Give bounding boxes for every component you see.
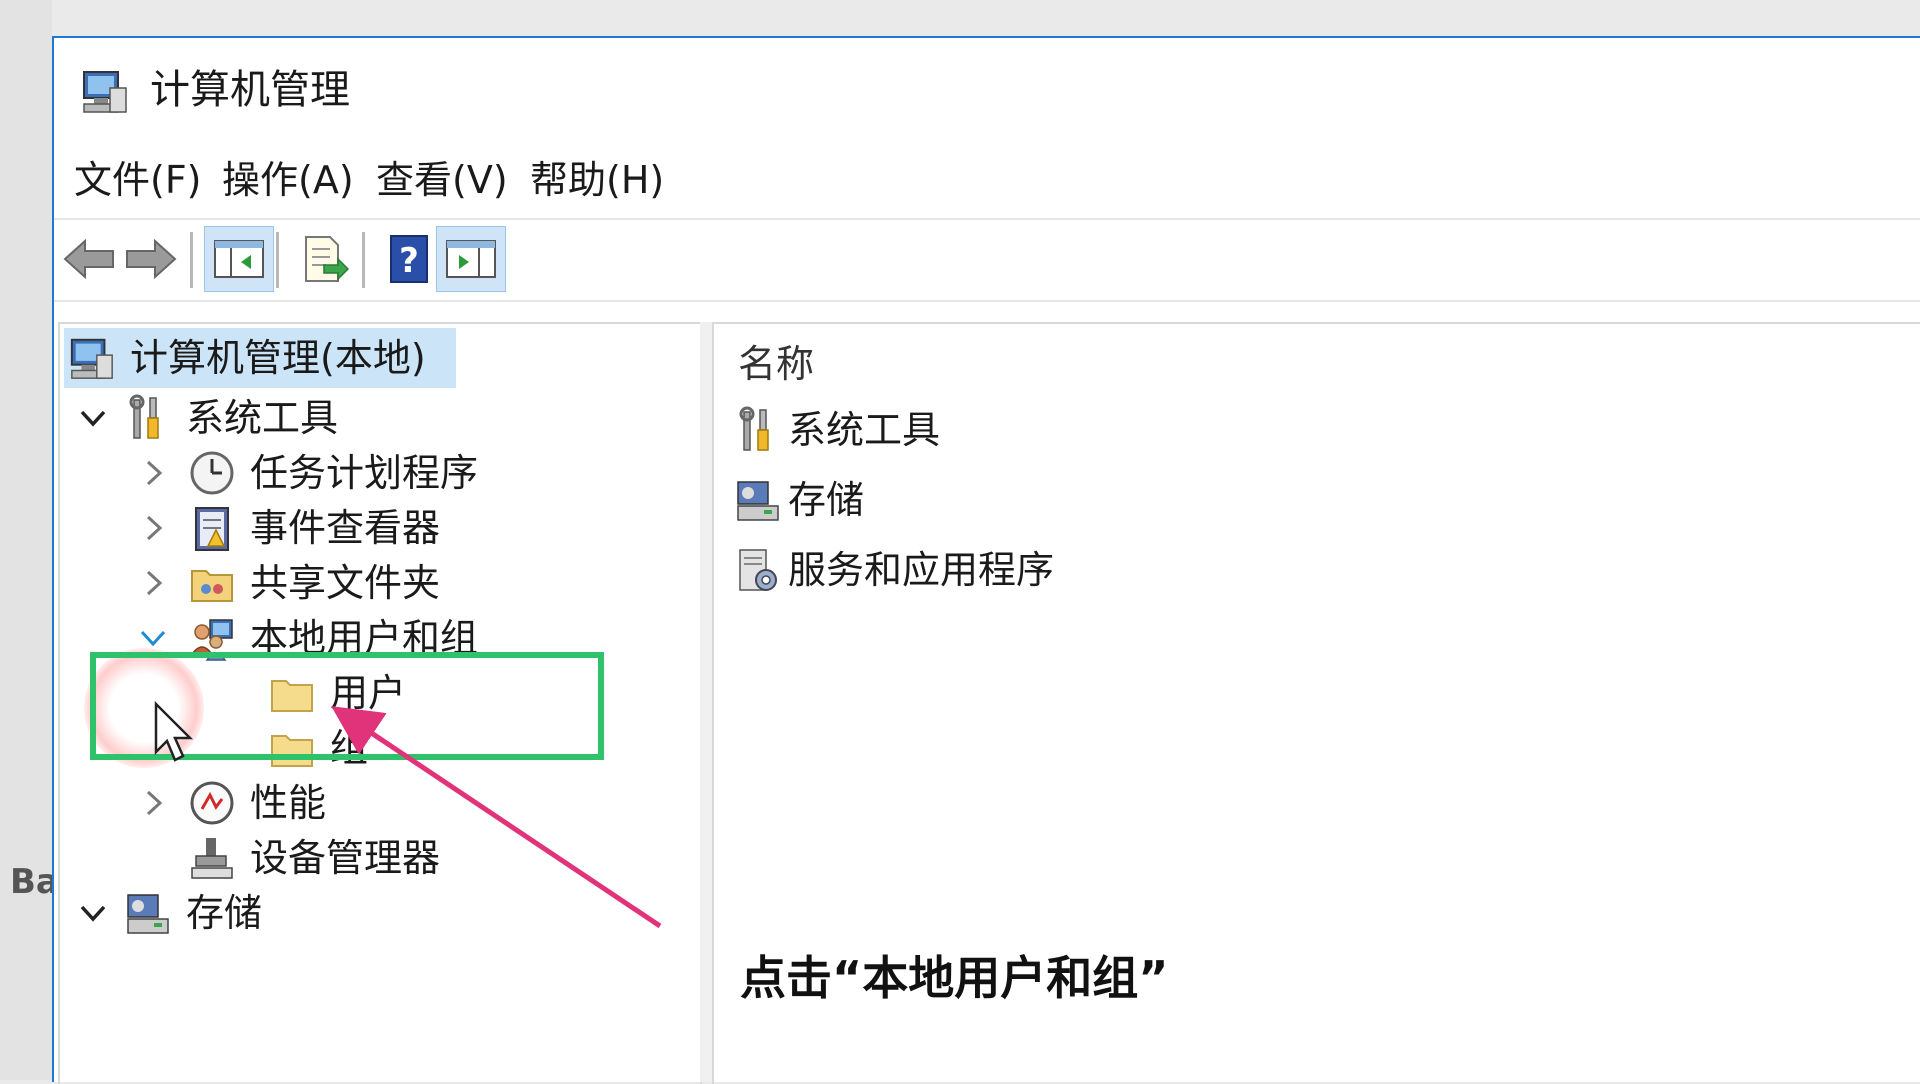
menu-help[interactable]: 帮助(H) xyxy=(530,152,664,208)
toolbar-separator xyxy=(190,232,193,288)
tree-node-label: 性能 xyxy=(250,781,327,825)
toolbar: ? xyxy=(54,218,1920,302)
expand-chevron-right-icon[interactable] xyxy=(138,568,168,598)
list-item-system-tools[interactable]: 系统工具 xyxy=(734,400,940,460)
menu-bar: 文件(F) 操作(A) 查看(V) 帮助(H) xyxy=(54,142,1920,216)
expand-chevron-right-icon[interactable] xyxy=(138,788,168,818)
computer-management-icon xyxy=(70,338,113,379)
title-bar: 计算机管理 xyxy=(54,38,1920,142)
tutorial-caption: 点击“本地用户和组” xyxy=(740,951,1169,1005)
tree-node-shared-folders[interactable]: 共享文件夹 xyxy=(188,553,440,613)
expand-chevron-down-icon[interactable] xyxy=(78,898,108,928)
tools-icon xyxy=(739,406,769,451)
svg-text:?: ? xyxy=(399,241,419,281)
show-hide-action-pane-button[interactable] xyxy=(436,226,506,292)
help-button[interactable]: ? xyxy=(374,226,444,292)
tree-node-label: 事件查看器 xyxy=(250,506,441,550)
expand-chevron-right-icon[interactable] xyxy=(138,513,168,543)
services-icon xyxy=(739,549,777,591)
tools-icon xyxy=(129,394,159,439)
storage-icon xyxy=(127,894,169,934)
tree-node-storage[interactable]: 存储 xyxy=(124,883,262,943)
back-icon xyxy=(63,238,114,280)
tree-node-label: 系统工具 xyxy=(186,396,339,440)
forward-icon xyxy=(126,238,177,280)
storage-icon xyxy=(737,481,779,521)
device-manager-icon xyxy=(191,838,233,879)
export-icon xyxy=(305,236,350,282)
list-item-label: 服务和应用程序 xyxy=(788,548,1055,592)
tree-node-label: 任务计划程序 xyxy=(250,451,479,495)
tree-node-label: 设备管理器 xyxy=(250,836,441,880)
show-action-pane-icon xyxy=(446,240,496,278)
tree-node-label: 计算机管理(本地) xyxy=(130,336,426,380)
tutorial-highlight-box xyxy=(90,652,604,760)
column-header-name[interactable]: 名称 xyxy=(738,338,814,390)
tree-node-computer-management-local[interactable]: 计算机管理(本地) xyxy=(64,328,456,388)
tree-node-performance[interactable]: 性能 xyxy=(188,773,326,833)
expand-chevron-down-icon[interactable] xyxy=(78,403,108,433)
list-item-storage[interactable]: 存储 xyxy=(734,470,864,530)
pane-splitter[interactable] xyxy=(700,322,712,1082)
show-tree-icon xyxy=(214,240,264,278)
tree-node-device-manager[interactable]: 设备管理器 xyxy=(188,828,440,888)
expand-chevron-right-icon[interactable] xyxy=(138,458,168,488)
menu-action[interactable]: 操作(A) xyxy=(222,152,354,208)
tree-node-label: 共享文件夹 xyxy=(250,561,441,605)
list-item-label: 系统工具 xyxy=(788,408,941,452)
tree-node-system-tools[interactable]: 系统工具 xyxy=(124,388,338,448)
clock-icon xyxy=(190,451,234,495)
menu-view[interactable]: 查看(V) xyxy=(376,152,508,208)
help-icon: ? xyxy=(390,235,428,283)
tree-node-task-scheduler[interactable]: 任务计划程序 xyxy=(188,443,478,503)
tree-node-label: 存储 xyxy=(186,891,263,935)
toolbar-separator xyxy=(276,232,279,288)
computer-management-icon xyxy=(83,71,127,113)
performance-gauge-icon xyxy=(190,781,234,825)
toolbar-separator xyxy=(362,232,365,288)
event-viewer-icon xyxy=(195,507,229,551)
back-button[interactable] xyxy=(54,226,124,292)
shared-folder-icon xyxy=(191,570,233,602)
list-item-services-and-applications[interactable]: 服务和应用程序 xyxy=(734,540,1054,600)
export-list-button[interactable] xyxy=(290,226,360,292)
menu-file[interactable]: 文件(F) xyxy=(74,152,202,208)
desktop-background: Ba xyxy=(0,0,59,1080)
tree-node-event-viewer[interactable]: 事件查看器 xyxy=(188,498,440,558)
show-hide-tree-button[interactable] xyxy=(204,226,274,292)
list-item-label: 存储 xyxy=(788,478,865,522)
forward-button[interactable] xyxy=(116,226,186,292)
computer-management-window: 计算机管理 文件(F) 操作(A) 查看(V) 帮助(H) ? 计算机管理(本地… xyxy=(52,36,1920,1084)
window-title: 计算机管理 xyxy=(150,67,350,113)
